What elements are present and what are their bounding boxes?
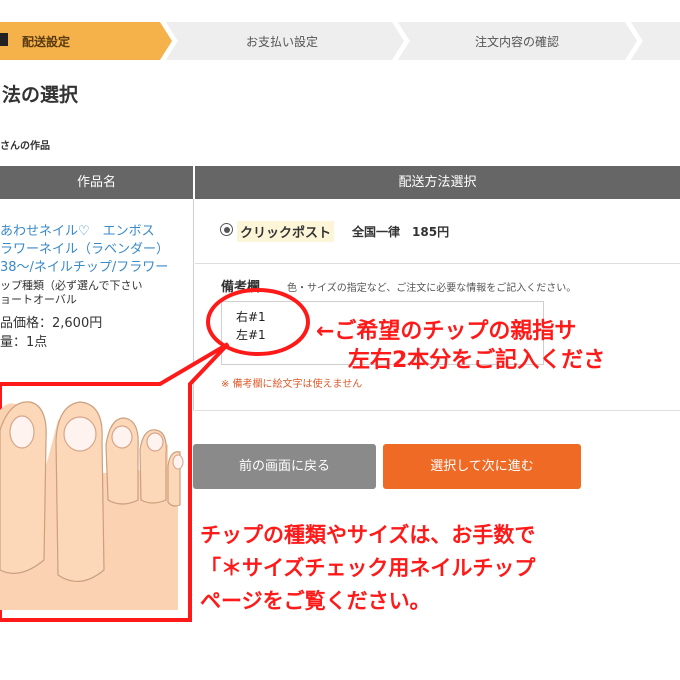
callout-bottom-line-1: チップの種類やサイズは、お手数で	[200, 523, 536, 547]
callout-bottom-line-3: ページをご覧ください。	[200, 589, 431, 613]
highlight-ellipse	[206, 288, 310, 356]
callout-arrow-line-2: 左右2本分をご記入くださ	[348, 348, 606, 373]
toe-illustration	[0, 401, 184, 610]
callout-bottom-line-2: 「＊サイズチェック用ネイルチップ	[200, 556, 536, 580]
callout-arrow-line-1: ←ご希望のチップの親指サ	[316, 319, 577, 344]
